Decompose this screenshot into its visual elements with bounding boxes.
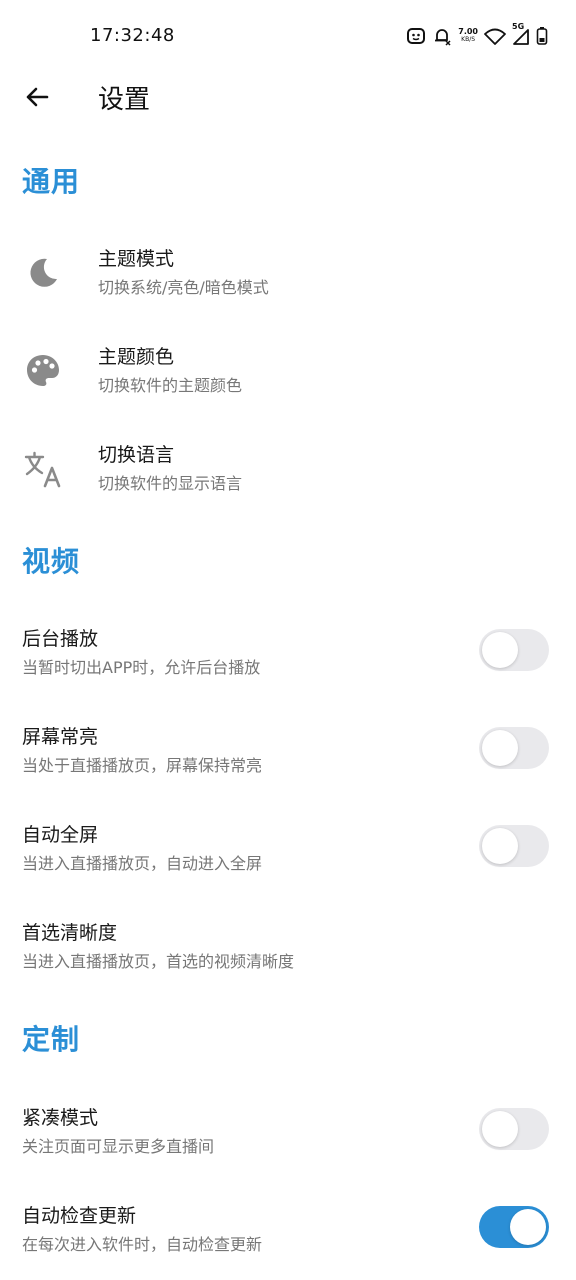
back-button[interactable] (20, 80, 54, 114)
toggle-knob (482, 730, 518, 766)
app-notification-icon (406, 26, 426, 46)
setting-auto-fullscreen[interactable]: 自动全屏 当进入直播播放页，自动进入全屏 (0, 808, 576, 898)
setting-title: 自动检查更新 (22, 1205, 137, 1227)
setting-title: 屏幕常亮 (22, 726, 99, 748)
setting-title: 主题颜色 (98, 346, 175, 368)
cellular-signal-icon: 5G (512, 22, 530, 46)
setting-subtitle: 切换系统/亮色/暗色模式 (98, 278, 269, 297)
setting-subtitle: 当进入直播播放页，首选的视频清晰度 (22, 952, 295, 971)
setting-theme-color[interactable]: 主题颜色 切换软件的主题颜色 (0, 330, 576, 420)
auto-fullscreen-toggle[interactable] (479, 825, 549, 867)
setting-subtitle: 切换软件的显示语言 (98, 474, 243, 493)
status-bar: 17:32:48 7.00 KB/S 5G (0, 0, 576, 72)
wifi-icon (484, 26, 506, 46)
toggle-knob (482, 1111, 518, 1147)
battery-icon (536, 26, 548, 46)
setting-background-play[interactable]: 后台播放 当暂时切出APP时，允许后台播放 (0, 612, 576, 702)
setting-language[interactable]: 切换语言 切换软件的显示语言 (0, 428, 576, 518)
toggle-knob (482, 632, 518, 668)
setting-title: 紧凑模式 (22, 1107, 99, 1129)
toggle-knob (482, 828, 518, 864)
section-header-video: 视频 (22, 545, 81, 578)
setting-title: 切换语言 (98, 444, 175, 466)
app-bar: 设置 (0, 72, 576, 122)
arrow-left-icon (26, 87, 49, 107)
setting-subtitle: 当进入直播播放页，自动进入全屏 (22, 854, 263, 873)
section-header-custom: 定制 (22, 1023, 81, 1056)
network-type-label: 5G (512, 22, 525, 31)
setting-subtitle: 当暂时切出APP时，允许后台播放 (22, 658, 261, 677)
network-speed-unit: KB/S (461, 36, 476, 43)
setting-title: 自动全屏 (22, 824, 99, 846)
bell-muted-icon (432, 26, 452, 46)
network-speed-value: 7.00 (458, 27, 478, 36)
setting-title: 主题模式 (98, 248, 175, 270)
page-title: 设置 (98, 85, 151, 115)
setting-subtitle: 在每次进入软件时，自动检查更新 (22, 1235, 263, 1254)
setting-auto-update-check[interactable]: 自动检查更新 在每次进入软件时，自动检查更新 (0, 1189, 576, 1279)
toggle-knob (510, 1209, 546, 1245)
setting-subtitle: 当处于直播播放页，屏幕保持常亮 (22, 756, 263, 775)
palette-icon (22, 350, 64, 392)
status-time: 17:32:48 (90, 25, 175, 46)
setting-preferred-quality[interactable]: 首选清晰度 当进入直播播放页，首选的视频清晰度 (0, 906, 576, 996)
setting-title: 首选清晰度 (22, 922, 118, 944)
screen-on-toggle[interactable] (479, 727, 549, 769)
status-icons: 7.00 KB/S 5G (406, 22, 548, 50)
section-header-general: 通用 (22, 165, 81, 198)
background-play-toggle[interactable] (479, 629, 549, 671)
setting-subtitle: 切换软件的主题颜色 (98, 376, 243, 395)
auto-update-check-toggle[interactable] (479, 1206, 549, 1248)
network-speed: 7.00 KB/S (458, 28, 478, 44)
setting-title: 后台播放 (22, 628, 99, 650)
setting-subtitle: 关注页面可显示更多直播间 (22, 1137, 215, 1156)
compact-mode-toggle[interactable] (479, 1108, 549, 1150)
translate-icon (22, 448, 64, 490)
moon-icon (22, 252, 64, 294)
setting-theme-mode[interactable]: 主题模式 切换系统/亮色/暗色模式 (0, 232, 576, 322)
setting-compact-mode[interactable]: 紧凑模式 关注页面可显示更多直播间 (0, 1091, 576, 1181)
setting-screen-on[interactable]: 屏幕常亮 当处于直播播放页，屏幕保持常亮 (0, 710, 576, 800)
